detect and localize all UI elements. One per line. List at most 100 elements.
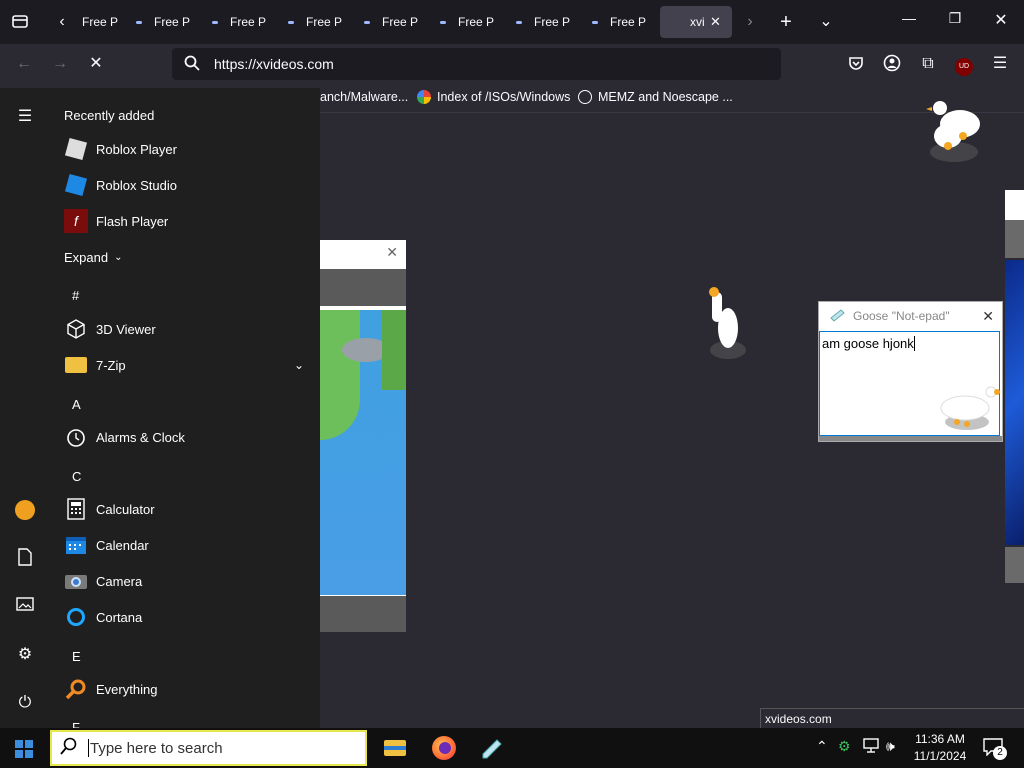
tab-label: Free P: [82, 15, 119, 29]
app-item-flash-player[interactable]: f Flash Player: [64, 207, 168, 235]
goose-notepad-window[interactable]: Goose "Not-epad" ✕ am goose hjonk: [818, 301, 1003, 442]
tab-icon: [516, 20, 522, 24]
tab[interactable]: Free P: [280, 6, 352, 38]
documents-icon[interactable]: [14, 548, 36, 570]
letter-header[interactable]: #: [72, 288, 79, 303]
volume-icon[interactable]: 🕪: [886, 738, 895, 755]
clock-date: 11/1/2024: [913, 749, 967, 763]
tab-label: xvi: [690, 15, 705, 29]
new-tab-icon[interactable]: +: [776, 12, 796, 32]
letter-header[interactable]: E: [72, 649, 81, 664]
app-item-roblox-player[interactable]: Roblox Player: [64, 135, 177, 163]
letter-header[interactable]: F: [72, 720, 80, 728]
image-window[interactable]: [1005, 190, 1024, 583]
goose-icon: [940, 386, 1000, 430]
tab-icon: [136, 20, 142, 24]
bookmark-item[interactable]: MEMZ and Noescape ...: [578, 90, 733, 104]
bookmark-label: MEMZ and Noescape ...: [598, 90, 733, 104]
power-icon[interactable]: ⏻: [14, 692, 36, 714]
cortana-icon: [64, 605, 88, 629]
hamburger-menu-icon[interactable]: ☰: [14, 106, 36, 128]
tab-icon: [364, 20, 370, 24]
show-hidden-icons-icon[interactable]: ⌃: [816, 738, 828, 755]
app-item-alarms-clock[interactable]: Alarms & Clock: [64, 423, 185, 451]
app-label: Cortana: [96, 609, 143, 625]
goose-icon: [709, 287, 746, 359]
tab-icon: [440, 20, 446, 24]
tab-active[interactable]: xvi ✕: [660, 6, 732, 38]
tab-label: Free P: [610, 15, 647, 29]
scroll-tabs-left-icon[interactable]: ‹: [52, 12, 72, 32]
tab-icon: [212, 20, 218, 24]
start-menu-app-list: Recently added Roblox Player Roblox Stud…: [48, 88, 320, 728]
app-item-calculator[interactable]: Calculator: [64, 495, 155, 523]
taskbar-search-box[interactable]: Type here to search: [50, 730, 367, 766]
roblox-player-icon: [64, 137, 88, 161]
app-item-roblox-studio[interactable]: Roblox Studio: [64, 171, 177, 199]
letter-header[interactable]: C: [72, 469, 81, 484]
app-label: Alarms & Clock: [96, 429, 185, 445]
list-tabs-icon[interactable]: ⌄: [816, 12, 836, 32]
tab[interactable]: Free P: [432, 6, 504, 38]
forward-icon[interactable]: →: [50, 54, 70, 74]
roblox-studio-icon: [64, 173, 88, 197]
clock[interactable]: 11:36 AM 11/1/2024: [905, 731, 975, 765]
close-icon[interactable]: ✕: [386, 244, 398, 261]
calculator-icon: [64, 497, 88, 521]
pocket-icon[interactable]: [846, 54, 866, 74]
settings-icon[interactable]: ⚙: [14, 644, 36, 666]
expand-button[interactable]: Expand ⌄: [64, 243, 122, 271]
game-footer: [320, 596, 406, 632]
tab-manager-icon[interactable]: [10, 12, 30, 32]
notepad-statusbar: [819, 436, 1002, 441]
chevron-down-icon[interactable]: ⌄: [294, 358, 304, 372]
clock-time: 11:36 AM: [915, 732, 965, 746]
tab[interactable]: Free P: [356, 6, 428, 38]
letter-header[interactable]: A: [72, 397, 81, 412]
url-bar[interactable]: https://xvideos.com: [172, 48, 781, 80]
close-tab-icon[interactable]: ✕: [710, 14, 721, 30]
action-center-icon[interactable]: 2: [983, 738, 1007, 760]
tab[interactable]: Free P: [128, 6, 200, 38]
restore-icon[interactable]: ❐: [943, 10, 967, 27]
app-item-camera[interactable]: Camera: [64, 567, 142, 595]
notepad-titlebar: Goose "Not-epad" ✕: [819, 302, 1002, 330]
bookmark-item[interactable]: Index of /ISOs/Windows: [417, 90, 570, 104]
game-window[interactable]: ✕: [320, 240, 406, 632]
minimize-icon[interactable]: —: [897, 10, 921, 26]
app-label: Flash Player: [96, 213, 169, 229]
back-icon[interactable]: ←: [14, 54, 34, 74]
tab[interactable]: Free P: [204, 6, 276, 38]
app-label: 7-Zip: [96, 357, 126, 373]
navigation-toolbar: ← → ✕ https://xvideos.com ⧉ UD ☰: [0, 44, 1024, 84]
bookmark-label: Index of /ISOs/Windows: [437, 90, 571, 104]
network-icon[interactable]: [862, 738, 880, 757]
app-item-everything[interactable]: Everything: [64, 675, 157, 703]
pictures-icon[interactable]: [14, 596, 36, 618]
app-item-7zip[interactable]: 7-Zip ⌄: [64, 351, 304, 379]
tab[interactable]: Free P: [584, 6, 656, 38]
app-label: Calendar: [96, 537, 149, 553]
close-icon[interactable]: ✕: [982, 308, 994, 325]
app-item-3d-viewer[interactable]: 3D Viewer: [64, 315, 156, 343]
menu-icon[interactable]: ☰: [990, 54, 1010, 74]
app-item-cortana[interactable]: Cortana: [64, 603, 142, 631]
bookmark-item[interactable]: anch/Malware...: [320, 90, 408, 104]
stop-loading-icon[interactable]: ✕: [86, 54, 106, 74]
scroll-tabs-right-icon[interactable]: ›: [740, 12, 760, 32]
app-label: Roblox Player: [96, 141, 177, 157]
start-button[interactable]: [0, 728, 48, 768]
app-item-calendar[interactable]: Calendar: [64, 531, 149, 559]
account-icon[interactable]: [882, 54, 902, 74]
file-explorer-icon[interactable]: [382, 736, 408, 760]
firefox-icon[interactable]: [432, 736, 456, 760]
network-status-icon[interactable]: ⚙: [838, 738, 851, 755]
tab[interactable]: Free P: [508, 6, 580, 38]
extensions-icon[interactable]: ⧉: [918, 54, 938, 74]
close-window-icon[interactable]: ✕: [989, 10, 1013, 30]
tab-label: Free P: [382, 15, 419, 29]
goose-notepad-taskbar-icon[interactable]: [480, 736, 504, 760]
ublock-origin-icon[interactable]: UD: [954, 54, 974, 76]
chevron-down-icon: ⌄: [114, 251, 123, 263]
user-avatar[interactable]: [14, 500, 36, 522]
